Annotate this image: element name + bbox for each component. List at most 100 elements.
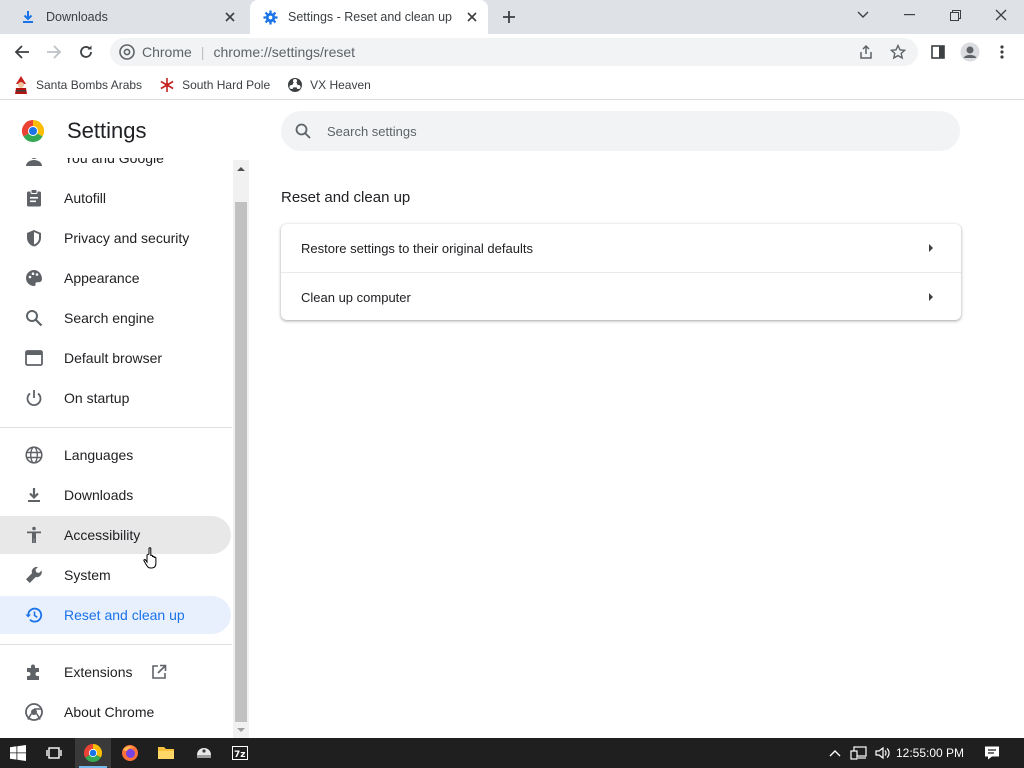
snowflake-icon — [158, 76, 176, 94]
sidebar-item-reset-and-clean-up[interactable]: Reset and clean up — [0, 596, 231, 634]
reload-button[interactable] — [72, 38, 100, 66]
scroll-down-icon[interactable] — [237, 726, 245, 734]
minimize-button[interactable] — [886, 0, 932, 30]
7zip-icon[interactable]: 7z — [222, 738, 258, 768]
firefox-icon[interactable] — [112, 738, 148, 768]
biohazard-icon — [286, 76, 304, 94]
sidebar-item-label: System — [64, 567, 111, 583]
chevron-up-icon[interactable] — [826, 738, 844, 768]
sidebar-item-search-engine[interactable]: Search engine — [0, 299, 231, 337]
scroll-up-icon[interactable] — [237, 165, 245, 173]
restore-button[interactable] — [932, 0, 978, 30]
network-icon[interactable] — [848, 738, 870, 768]
download-icon — [23, 484, 45, 506]
new-tab-button[interactable] — [498, 6, 520, 28]
app-icon[interactable] — [186, 738, 222, 768]
omnibox-separator: | — [200, 44, 205, 60]
reset-card: Restore settings to their original defau… — [281, 224, 961, 320]
bookmark-star-icon[interactable] — [886, 42, 910, 62]
row-label: Clean up computer — [301, 289, 411, 305]
chrome-icon[interactable] — [75, 738, 111, 768]
search-icon — [23, 307, 45, 329]
palette-icon — [23, 267, 45, 289]
address-bar[interactable]: Chrome | chrome://settings/reset — [110, 38, 918, 66]
file-explorer-icon[interactable] — [148, 738, 184, 768]
open-in-new-icon — [150, 663, 168, 681]
bookmark-santa-bombs-arabs[interactable]: Santa Bombs Arabs — [12, 75, 143, 94]
sidebar-divider — [0, 644, 232, 645]
sidebar-item-label: Reset and clean up — [64, 607, 185, 623]
scroll-thumb[interactable] — [235, 202, 247, 722]
tab-settings[interactable]: Settings - Reset and clean up — [250, 0, 488, 34]
hand-cursor-icon — [143, 547, 157, 569]
sidebar-item-label: On startup — [64, 390, 130, 406]
forward-button[interactable] — [40, 38, 68, 66]
sidebar-item-downloads[interactable]: Downloads — [0, 476, 231, 514]
svg-text:7z: 7z — [234, 750, 246, 760]
sidebar-item-languages[interactable]: Languages — [0, 436, 231, 474]
sidebar-item-label: Appearance — [64, 270, 140, 286]
tab-search-button[interactable] — [840, 0, 886, 30]
row-label: Restore settings to their original defau… — [301, 240, 533, 256]
profile-avatar[interactable] — [956, 38, 984, 66]
bookmarks-bar: Santa Bombs Arabs South Hard Pole VX Hea… — [0, 70, 1024, 100]
sidebar-item-accessibility[interactable]: Accessibility — [0, 516, 231, 554]
section-title: Reset and clean up — [281, 189, 411, 206]
close-icon[interactable] — [220, 7, 240, 27]
clipboard-icon — [23, 187, 45, 209]
arrow-right-icon — [927, 292, 935, 302]
bookmark-label: South Hard Pole — [182, 77, 271, 92]
sidebar-item-appearance[interactable]: Appearance — [0, 259, 231, 297]
sidebar-item-default-browser[interactable]: Default browser — [0, 339, 231, 377]
sidebar-scrollbar[interactable] — [233, 160, 249, 738]
sidebar-item-privacy[interactable]: Privacy and security — [0, 219, 231, 257]
clean-up-computer-row[interactable]: Clean up computer — [281, 273, 961, 321]
wrench-icon — [23, 564, 45, 586]
taskbar-clock[interactable]: 12:55:00 PM — [896, 738, 964, 768]
more-menu-icon[interactable] — [988, 38, 1016, 66]
sidebar-item-autofill[interactable]: Autofill — [0, 179, 231, 217]
browser-window-icon — [23, 347, 45, 369]
notification-icon[interactable] — [978, 738, 1006, 768]
omnibox-origin: Chrome — [142, 44, 192, 60]
tab-downloads[interactable]: Downloads — [8, 0, 246, 34]
sidebar-item-you-and-google[interactable]: You and Google — [0, 158, 231, 177]
person-icon — [23, 158, 45, 169]
sidebar-item-system[interactable]: System — [0, 556, 231, 594]
sidebar-item-label: Extensions — [64, 664, 133, 680]
start-icon[interactable] — [0, 738, 36, 768]
bookmark-south-hard-pole[interactable]: South Hard Pole — [158, 76, 270, 94]
close-icon[interactable] — [462, 7, 482, 27]
page-title: Settings — [67, 118, 147, 143]
sidebar-item-label: Default browser — [64, 350, 163, 366]
power-icon — [23, 387, 45, 409]
side-panel-icon[interactable] — [924, 38, 952, 66]
sidebar-item-on-startup[interactable]: On startup — [0, 379, 231, 417]
sidebar-divider — [0, 427, 232, 428]
tab-title: Settings - Reset and clean up — [288, 10, 452, 24]
settings-search[interactable] — [281, 111, 960, 151]
restore-settings-row[interactable]: Restore settings to their original defau… — [281, 224, 961, 272]
sidebar-item-about-chrome[interactable]: About Chrome — [0, 693, 231, 731]
back-button[interactable] — [8, 38, 36, 66]
bookmark-label: Santa Bombs Arabs — [36, 77, 143, 92]
share-icon[interactable] — [854, 42, 878, 62]
bookmark-vx-heaven[interactable]: VX Heaven — [286, 76, 371, 94]
sidebar-item-label: You and Google — [64, 158, 164, 166]
arrow-right-icon — [927, 243, 935, 253]
sidebar-item-label: About Chrome — [64, 704, 155, 720]
volume-icon[interactable] — [872, 738, 894, 768]
puzzle-icon — [23, 661, 45, 683]
search-input[interactable] — [327, 123, 887, 139]
settings-sidebar: You and Google Autofill Privacy and secu… — [0, 158, 232, 738]
shield-icon — [23, 227, 45, 249]
close-window-button[interactable] — [978, 0, 1024, 30]
sidebar-item-extensions[interactable]: Extensions — [0, 653, 231, 691]
chrome-logo-icon — [23, 701, 45, 723]
tab-strip: Downloads Settings - Reset and clean up — [0, 0, 1024, 34]
history-icon — [23, 604, 45, 626]
search-icon — [293, 121, 313, 141]
task-view-icon[interactable] — [36, 738, 72, 768]
chrome-logo-icon — [21, 120, 45, 143]
chrome-logo-icon — [118, 43, 136, 61]
